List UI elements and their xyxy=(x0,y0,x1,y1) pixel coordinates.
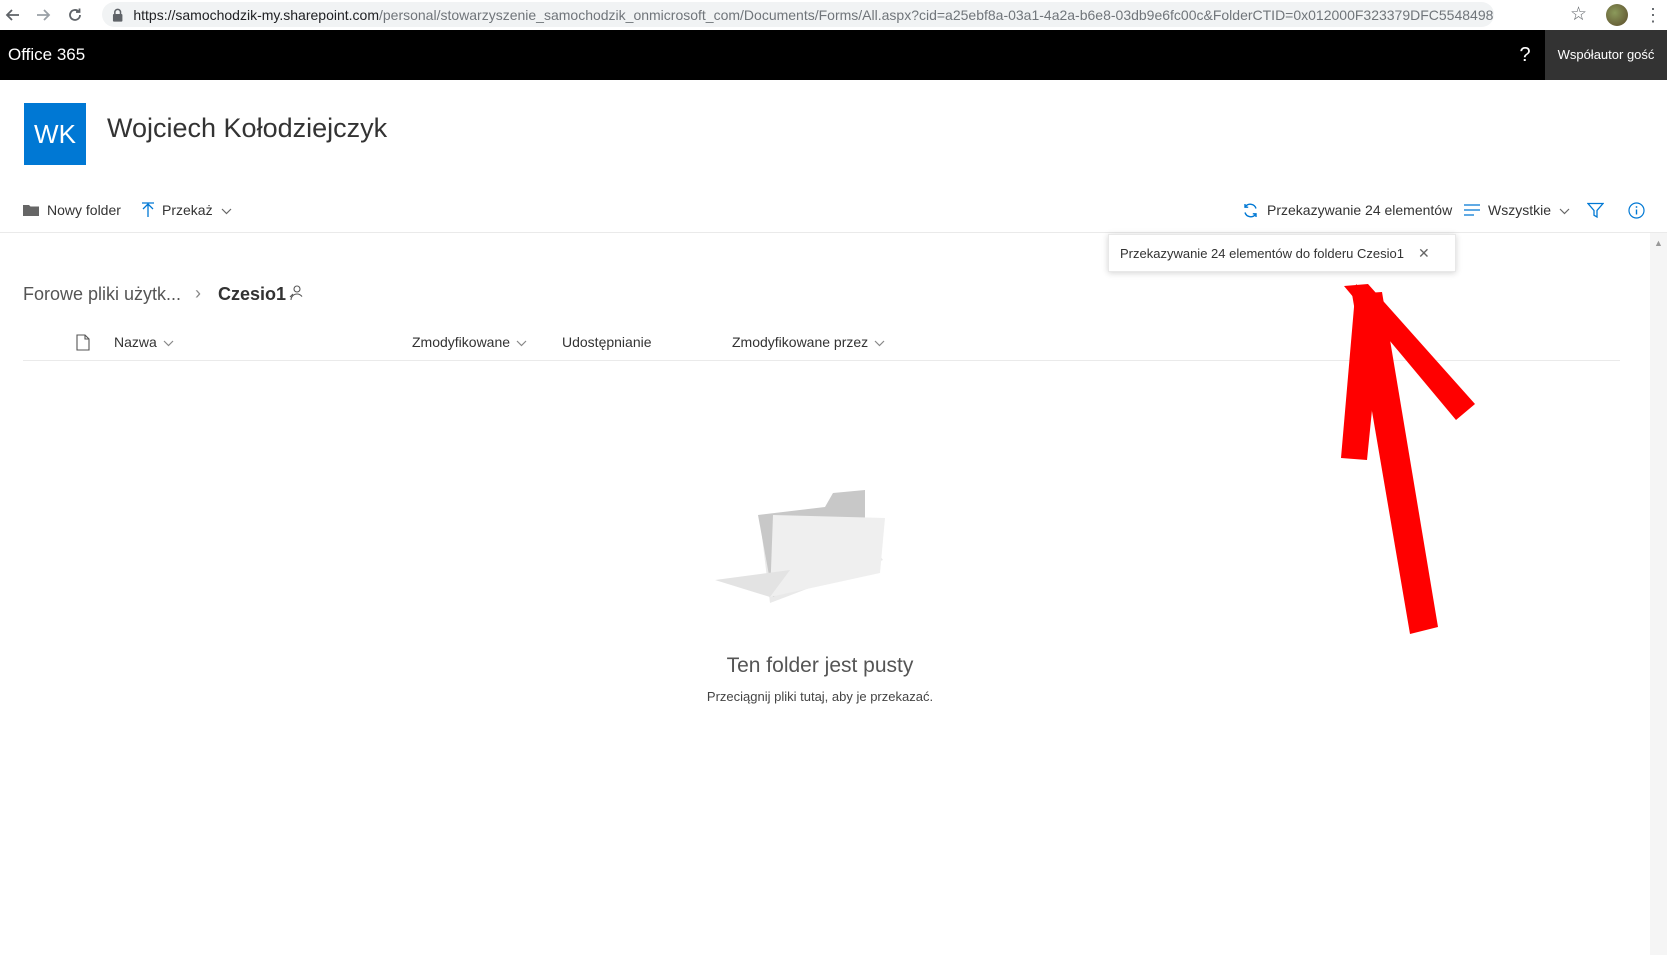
upload-status-label: Przekazywanie 24 elementów xyxy=(1267,202,1453,218)
column-header-modified-by[interactable]: Zmodyfikowane przez xyxy=(732,334,885,350)
chevron-down-icon xyxy=(516,334,527,350)
upload-status-button[interactable]: Przekazywanie 24 elementów xyxy=(1242,197,1452,223)
guest-user-button[interactable]: Współautor gość xyxy=(1545,30,1667,80)
url-domain: https://samochodzik-my.sharepoint.com xyxy=(133,6,379,23)
file-type-icon[interactable] xyxy=(76,334,90,351)
chevron-down-icon xyxy=(874,334,885,350)
site-title[interactable]: Wojciech Kołodziejczyk xyxy=(107,113,387,144)
share-people-icon[interactable] xyxy=(289,285,303,306)
breadcrumb-current: Czesio1 xyxy=(218,284,287,304)
view-switcher-button[interactable]: Wszystkie xyxy=(1464,197,1570,223)
back-icon[interactable] xyxy=(2,4,24,26)
close-icon[interactable]: ✕ xyxy=(1418,245,1430,262)
red-annotation-arrow xyxy=(1341,284,1475,634)
address-bar[interactable]: https://samochodzik-my.sharepoint.com/pe… xyxy=(102,2,1494,27)
reload-icon[interactable] xyxy=(64,4,86,26)
upload-button[interactable]: Przekaż xyxy=(142,197,232,223)
upload-icon xyxy=(142,202,154,218)
chevron-down-icon xyxy=(1559,202,1570,218)
empty-folder-illustration xyxy=(715,490,885,603)
toast-message: Przekazywanie 24 elementów do folderu Cz… xyxy=(1120,245,1404,261)
chevron-down-icon xyxy=(221,202,232,218)
url-path: /personal/stowarzyszenie_samochodzik_onm… xyxy=(378,6,1494,23)
empty-state-title: Ten folder jest pusty xyxy=(726,654,914,677)
column-sharing-label: Udostępnianie xyxy=(562,334,652,350)
star-icon[interactable]: ☆ xyxy=(1570,3,1587,26)
suite-bar: Office 365 ? Współautor gość xyxy=(0,30,1667,80)
url-text: https://samochodzik-my.sharepoint.com/pe… xyxy=(133,7,1494,23)
command-bar-divider xyxy=(0,232,1667,233)
filter-icon[interactable] xyxy=(1587,197,1604,223)
app-title[interactable]: Office 365 xyxy=(8,30,85,80)
upload-label: Przekaż xyxy=(162,202,213,218)
view-label: Wszystkie xyxy=(1488,202,1551,218)
forward-icon[interactable] xyxy=(32,4,54,26)
column-modified-label: Zmodyfikowane xyxy=(412,334,511,350)
breadcrumb-parent[interactable]: Forowe pliki użytk... xyxy=(23,284,181,305)
chevron-down-icon xyxy=(163,334,174,350)
view-lines-icon xyxy=(1464,204,1480,216)
site-logo-tile[interactable]: WK xyxy=(24,103,86,165)
upload-toast: Przekazywanie 24 elementów do folderu Cz… xyxy=(1108,234,1456,272)
info-icon[interactable] xyxy=(1628,197,1645,223)
scrollbar[interactable] xyxy=(1650,233,1667,955)
column-header-name[interactable]: Nazwa xyxy=(114,334,174,350)
folder-add-icon xyxy=(23,204,39,216)
lock-icon xyxy=(112,8,123,22)
empty-state-subtitle: Przeciągnij pliki tutaj, aby je przekaza… xyxy=(706,689,934,704)
sync-icon xyxy=(1242,202,1259,219)
help-icon[interactable]: ? xyxy=(1510,30,1540,80)
menu-kebab-icon[interactable]: ⋮ xyxy=(1644,4,1662,26)
column-header-modified[interactable]: Zmodyfikowane xyxy=(412,334,527,350)
new-folder-button[interactable]: Nowy folder xyxy=(23,197,121,223)
new-folder-label: Nowy folder xyxy=(47,202,121,218)
column-name-label: Nazwa xyxy=(114,334,157,350)
scroll-up-arrow-icon[interactable]: ▲ xyxy=(1654,238,1663,248)
column-modified-by-label: Zmodyfikowane przez xyxy=(732,334,869,350)
profile-avatar[interactable] xyxy=(1606,4,1628,26)
column-header-sharing[interactable]: Udostępnianie xyxy=(562,334,652,350)
breadcrumb-separator: › xyxy=(195,283,201,303)
